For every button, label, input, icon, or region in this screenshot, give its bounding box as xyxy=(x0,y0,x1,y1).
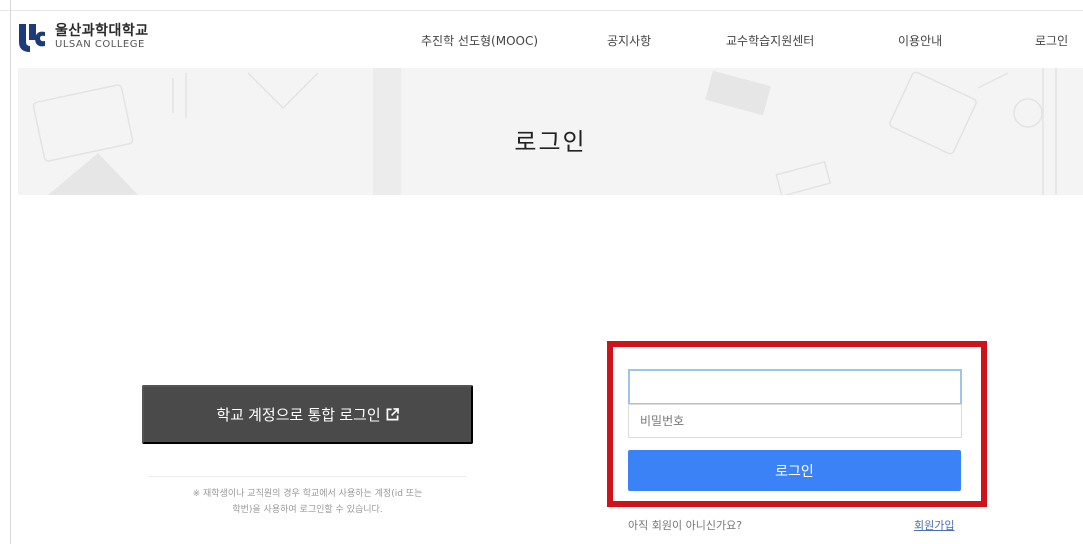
login-notice-line-1: ※ 재학생이나 교직원의 경우 학교에서 사용하는 계정(id 또는 xyxy=(192,489,423,499)
integrated-login-label: 학교 계정으로 통합 로그인 xyxy=(216,407,381,424)
integrated-login-button[interactable]: 학교 계정으로 통합 로그인 xyxy=(142,385,473,444)
external-link-icon xyxy=(386,408,399,421)
signup-question: 아직 회원이 아니신가요? xyxy=(628,519,743,532)
nav-item-teaching-center[interactable]: 교수학습지원센터 xyxy=(726,32,814,49)
browser-top-strip xyxy=(0,0,1083,11)
signup-link[interactable]: 회원가입 xyxy=(914,517,954,533)
nav-item-notice[interactable]: 공지사항 xyxy=(607,32,651,49)
college-logo[interactable]: 울산과학대학교 ULSAN COLLEGE xyxy=(17,22,149,52)
id-input[interactable] xyxy=(628,369,962,405)
page-left-border xyxy=(10,0,11,544)
logo-korean-name: 울산과학대학교 xyxy=(55,23,149,39)
notice-divider xyxy=(148,476,466,477)
logo-english-name: ULSAN COLLEGE xyxy=(55,39,145,50)
page-title: 로그인 xyxy=(514,128,587,156)
hero-banner: 로그인 xyxy=(18,68,1083,195)
login-notice-line-2: 학번)을 사용하여 로그인할 수 있습니다. xyxy=(232,505,383,515)
nav-item-mooc[interactable]: 추진학 선도형(MOOC) xyxy=(421,32,538,49)
login-notice: ※ 재학생이나 교직원의 경우 학교에서 사용하는 계정(id 또는 학번)을 … xyxy=(142,486,473,518)
nav-item-guide[interactable]: 이용안내 xyxy=(898,32,942,49)
uc-logo-icon xyxy=(19,24,45,52)
login-button[interactable]: 로그인 xyxy=(628,450,961,491)
password-input[interactable] xyxy=(628,404,962,438)
nav-item-login[interactable]: 로그인 xyxy=(1035,32,1068,49)
site-header: 울산과학대학교 ULSAN COLLEGE 추진학 선도형(MOOC) 공지사항… xyxy=(11,12,1083,68)
